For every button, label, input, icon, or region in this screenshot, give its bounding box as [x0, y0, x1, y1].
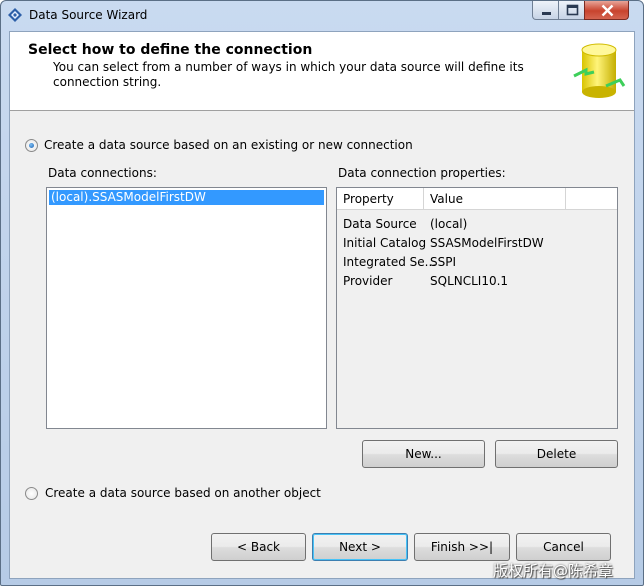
close-button[interactable] [584, 1, 629, 20]
property-name-cell: Provider [343, 274, 393, 288]
page-title: Select how to define the connection [28, 42, 313, 58]
new-button-label: New... [405, 447, 442, 461]
database-cylinder-icon [573, 43, 626, 98]
existing-connection-radio[interactable] [25, 139, 38, 152]
window-title: Data Source Wizard [29, 8, 148, 22]
existing-connection-label[interactable]: Create a data source based on an existin… [44, 138, 413, 152]
radio-selected-dot [29, 143, 34, 148]
column-header-filler [566, 188, 617, 210]
finish-button[interactable]: Finish >>| [414, 533, 510, 561]
another-object-radio[interactable] [25, 487, 38, 500]
wizard-header: Select how to define the connection You … [10, 32, 634, 111]
wizard-app-icon [8, 8, 22, 22]
column-header-property[interactable]: Property [337, 188, 424, 210]
minimize-icon [542, 12, 551, 15]
property-value-cell: SSASModelFirstDW [430, 236, 544, 250]
cancel-button-label: Cancel [543, 540, 584, 554]
property-name-cell: Data Source [343, 217, 417, 231]
connection-properties-grid: Property Value Data Source (local) Initi… [336, 187, 618, 429]
page-subtitle: You can select from a number of ways in … [53, 60, 524, 89]
property-value-cell: SSPI [430, 255, 457, 269]
column-header-value[interactable]: Value [424, 188, 566, 210]
new-connection-button[interactable]: New... [362, 440, 485, 468]
close-icon [601, 4, 614, 17]
another-object-label[interactable]: Create a data source based on another ob… [45, 486, 321, 500]
minimize-button[interactable] [532, 1, 559, 20]
back-button-label: < Back [236, 540, 280, 554]
next-button[interactable]: Next > [312, 533, 408, 561]
list-item[interactable]: (local).SSASModelFirstDW [49, 190, 324, 205]
cancel-button[interactable]: Cancel [516, 533, 611, 561]
data-connection-properties-label: Data connection properties: [338, 166, 506, 180]
property-name-cell: Initial Catalog [343, 236, 427, 250]
title-bar[interactable]: Data Source Wizard [1, 1, 643, 29]
copyright-watermark: 版权所有@陈希章 [493, 562, 614, 580]
maximize-icon [566, 4, 579, 16]
maximize-button[interactable] [558, 1, 585, 20]
wizard-window: Data Source Wizard Select how to define … [0, 0, 644, 586]
property-value-cell: (local) [430, 217, 468, 231]
data-connections-label: Data connections: [48, 166, 157, 180]
next-button-label: Next > [339, 540, 381, 554]
data-connections-list[interactable]: (local).SSASModelFirstDW [46, 187, 327, 429]
property-value-cell: SQLNCLI10.1 [430, 274, 509, 288]
delete-connection-button[interactable]: Delete [495, 440, 618, 468]
finish-button-label: Finish >>| [430, 540, 494, 554]
property-name-cell: Integrated Se... [343, 255, 437, 269]
delete-button-label: Delete [536, 447, 577, 461]
back-button[interactable]: < Back [211, 533, 306, 561]
wizard-client-area: Select how to define the connection You … [9, 31, 635, 579]
